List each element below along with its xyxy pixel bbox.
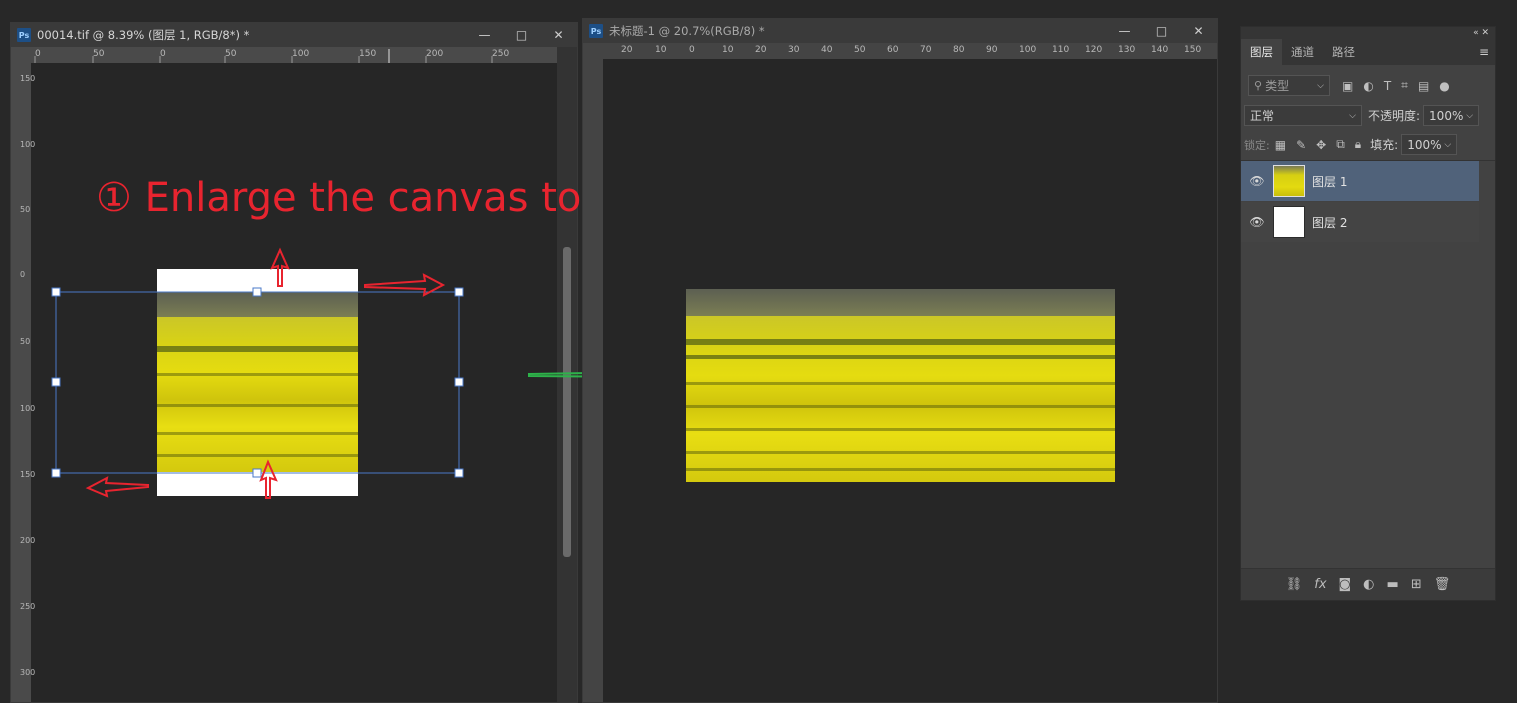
opacity-label: 不透明度: <box>1368 109 1421 123</box>
photoshop-icon: Ps <box>589 24 603 38</box>
folder-icon[interactable]: ▬ <box>1387 577 1399 592</box>
transform-handle[interactable] <box>51 377 61 387</box>
horizontal-ruler-2[interactable]: 20 10 0 10 20 30 40 50 60 70 80 90 100 1… <box>583 43 1217 59</box>
vertical-ruler-2[interactable] <box>583 59 603 702</box>
filter-toggle-icon[interactable]: ● <box>1439 79 1449 93</box>
opacity-value: 100% <box>1429 108 1464 123</box>
ruler-label: 80 <box>953 45 965 55</box>
filter-kind-label: 类型 <box>1265 79 1290 93</box>
layer-row-2[interactable]: 👁︎ 图层 2 <box>1241 202 1479 242</box>
chevron-down-icon: ⌵ <box>1466 110 1474 121</box>
maximize-button[interactable]: □ <box>1143 19 1180 43</box>
ruler-label: 20 <box>755 45 767 55</box>
lock-all-icon[interactable]: 🔒︎ <box>1355 137 1361 152</box>
red-arrow-updown <box>259 459 278 499</box>
lock-artboard-icon[interactable]: ⧉ <box>1336 137 1345 152</box>
ruler-label: 70 <box>920 45 932 55</box>
eye-icon[interactable]: 👁︎ <box>1241 174 1273 188</box>
layer-row-1[interactable]: 👁︎ 图层 1 <box>1241 161 1479 201</box>
close-button[interactable]: ✕ <box>1180 19 1217 43</box>
blend-mode-value: 正常 <box>1250 109 1275 123</box>
ruler-label: 150 <box>1184 45 1202 55</box>
layer-name: 图层 2 <box>1312 215 1348 230</box>
adjustment-filter-icon[interactable]: ◐ <box>1363 79 1373 93</box>
opacity-field[interactable]: 100% ⌵ <box>1423 105 1480 126</box>
ruler-label: 90 <box>986 45 998 55</box>
ruler-label: 30 <box>788 45 800 55</box>
search-icon: ⚲ <box>1254 79 1263 92</box>
link-icon[interactable]: ⛓︎ <box>1286 577 1303 592</box>
ruler-label: 20 <box>621 45 633 55</box>
fill-value: 100% <box>1407 137 1442 152</box>
ruler-label: 0 <box>689 45 695 55</box>
panel-tabs: 图层 通道 路径 <box>1241 39 1495 65</box>
panel-collapse-controls[interactable]: « ✕ <box>1241 27 1495 39</box>
transform-handle[interactable] <box>51 287 61 297</box>
transform-handle[interactable] <box>252 287 262 297</box>
chevron-down-icon: ⌵ <box>1349 110 1356 121</box>
ruler-label: 10 <box>655 45 667 55</box>
lock-pixels-icon[interactable]: ✎ <box>1296 138 1306 152</box>
lock-row: 锁定: ▦ ✎ ✥ ⧉ 🔒︎ 填充: 100% ⌵ <box>1244 134 1492 155</box>
ruler-label: 50 <box>854 45 866 55</box>
transform-handle[interactable] <box>454 287 464 297</box>
trash-icon[interactable]: 🗑︎ <box>1434 577 1451 592</box>
transform-bounding-box[interactable] <box>55 291 460 474</box>
fill-field[interactable]: 100% ⌵ <box>1401 134 1458 155</box>
ruler-label: 120 <box>1085 45 1103 55</box>
red-arrow-up <box>270 247 290 287</box>
canvas-2-photo[interactable] <box>686 289 1115 482</box>
ruler-label: 40 <box>821 45 833 55</box>
tab-paths[interactable]: 路径 <box>1323 39 1364 65</box>
minimize-button[interactable]: — <box>1106 19 1143 43</box>
blend-mode-select[interactable]: 正常 ⌵ <box>1244 105 1362 126</box>
mask-icon[interactable]: ◙ <box>1339 577 1352 592</box>
fill-label: 填充: <box>1370 138 1399 152</box>
adjustment-icon[interactable]: ◐ <box>1363 577 1374 592</box>
chevron-down-icon: ⌵ <box>1444 139 1452 150</box>
lock-position-icon[interactable]: ✥ <box>1316 138 1326 152</box>
smart-object-filter-icon[interactable]: ▤ <box>1418 79 1429 93</box>
layer-name: 图层 1 <box>1312 174 1348 189</box>
panel-menu-icon[interactable]: ≡ <box>1479 45 1489 59</box>
layers-panel[interactable]: « ✕ 图层 通道 路径 ≡ ⚲ 类型 ⌵ ▣ ◐ T ⌗ ▤ ● 正常 ⌵ 不… <box>1240 26 1496 601</box>
transform-handle[interactable] <box>252 468 262 478</box>
filter-row: ⚲ 类型 ⌵ ▣ ◐ T ⌗ ▤ ● <box>1248 75 1488 96</box>
ruler-label: 110 <box>1052 45 1070 55</box>
layer-2-thumbnail <box>1273 206 1305 238</box>
eye-icon[interactable]: 👁︎ <box>1241 215 1273 229</box>
blend-row: 正常 ⌵ 不透明度: 100% ⌵ <box>1244 105 1492 126</box>
pixel-filter-icon[interactable]: ▣ <box>1342 79 1353 93</box>
ruler-label: 10 <box>722 45 734 55</box>
type-filter-icon[interactable]: T <box>1384 79 1391 93</box>
lock-label: 锁定: <box>1244 138 1270 152</box>
ruler-label: 130 <box>1118 45 1136 55</box>
window-2-title: 未标题-1 @ 20.7%(RGB/8) * <box>609 24 765 38</box>
lock-transparent-icon[interactable]: ▦ <box>1275 138 1286 152</box>
transform-handle[interactable] <box>454 468 464 478</box>
tab-channels[interactable]: 通道 <box>1282 39 1323 65</box>
window-2-titlebar[interactable]: Ps 未标题-1 @ 20.7%(RGB/8) * — □ ✕ <box>583 19 1217 43</box>
transform-handle[interactable] <box>51 468 61 478</box>
fx-icon[interactable]: fx <box>1314 577 1326 592</box>
layer-1-thumbnail <box>1273 165 1305 197</box>
tab-layers[interactable]: 图层 <box>1241 39 1282 65</box>
transform-handle[interactable] <box>454 377 464 387</box>
panel-bottom-toolbar: ⛓︎ fx ◙ ◐ ▬ ⊞ 🗑︎ <box>1241 568 1495 600</box>
ruler-label: 100 <box>1019 45 1037 55</box>
ruler-label: 60 <box>887 45 899 55</box>
new-layer-icon[interactable]: ⊞ <box>1411 577 1422 592</box>
red-arrow-left <box>85 476 149 498</box>
chevron-down-icon: ⌵ <box>1317 80 1324 91</box>
shape-filter-icon[interactable]: ⌗ <box>1401 78 1408 93</box>
ruler-label: 140 <box>1151 45 1169 55</box>
filter-kind-select[interactable]: ⚲ 类型 ⌵ <box>1248 75 1330 96</box>
